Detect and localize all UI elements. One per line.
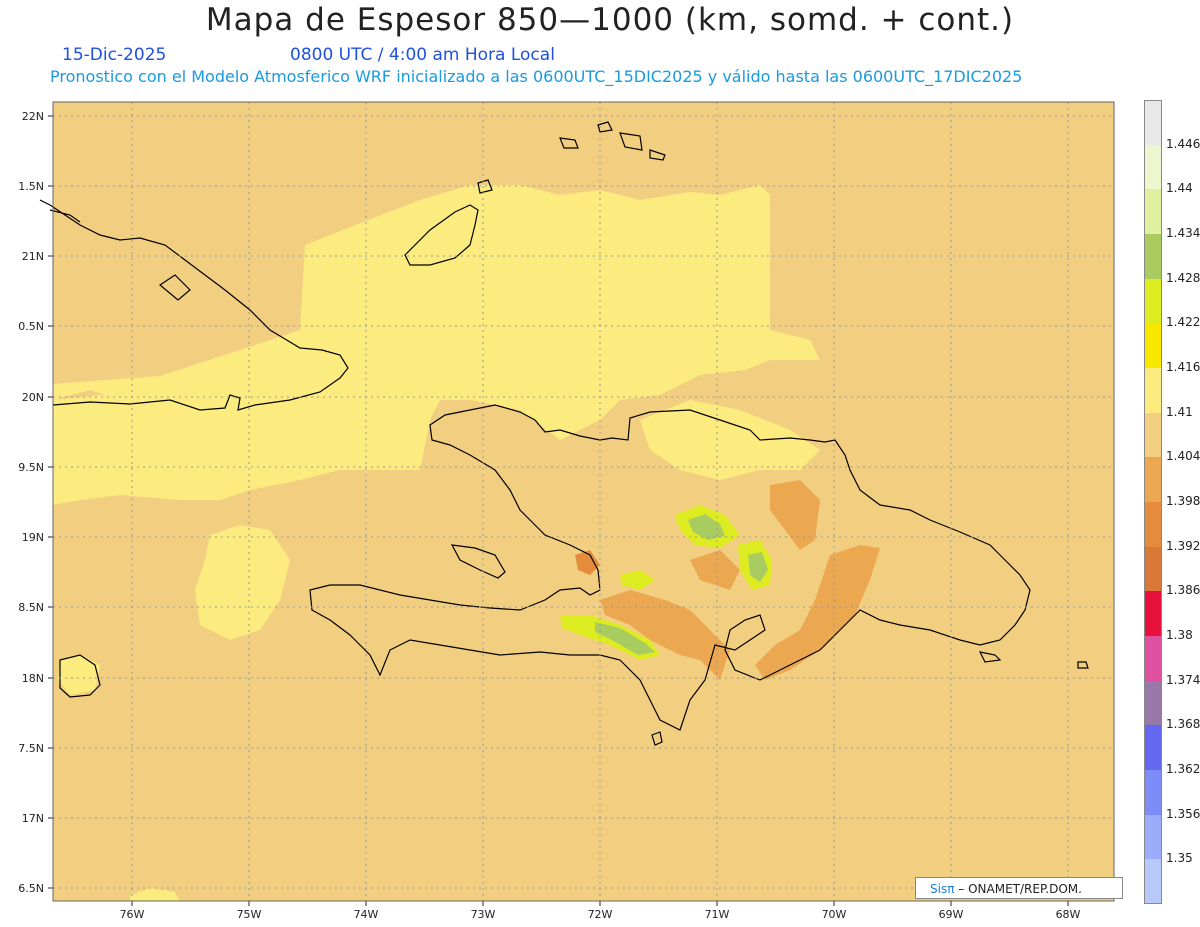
lat-label: 9.5N — [18, 461, 44, 474]
lat-label: 20N — [21, 391, 44, 404]
colorbar-label: 1.41 — [1166, 404, 1193, 419]
colorbar-frame — [1144, 100, 1162, 904]
lon-label: 74W — [353, 908, 379, 921]
colorbar-label: 1.368 — [1166, 717, 1200, 732]
lon-label: 72W — [587, 908, 613, 921]
lat-label: 18N — [21, 672, 44, 685]
credit-brand: Sisπ — [930, 882, 955, 896]
colorbar-label: 1.386 — [1166, 583, 1200, 598]
lon-label: 75W — [236, 908, 262, 921]
colorbar-label: 1.422 — [1166, 315, 1200, 330]
colorbar-label: 1.356 — [1166, 806, 1200, 821]
colorbar-label: 1.38 — [1166, 628, 1193, 642]
colorbar-label: 1.362 — [1166, 762, 1200, 776]
lat-label: 7.5N — [18, 742, 44, 755]
lat-label: 19N — [21, 531, 44, 544]
lon-label: 71W — [704, 908, 730, 921]
lon-label: 68W — [1055, 908, 1081, 921]
colorbar-label: 1.434 — [1166, 226, 1200, 240]
colorbar-label: 1.398 — [1166, 494, 1200, 508]
colorbar-label: 1.392 — [1166, 538, 1200, 553]
colorbar-label: 1.404 — [1166, 449, 1200, 464]
lon-label: 69W — [938, 908, 964, 921]
colorbar-label: 1.44 — [1166, 181, 1193, 196]
lat-label: 0.5N — [18, 320, 44, 333]
lat-label: 1.5N — [18, 180, 44, 193]
lat-label: 17N — [21, 812, 44, 825]
thickness-map — [39, 101, 1115, 906]
lon-label: 76W — [119, 908, 145, 921]
credit-text: – ONAMET/REP.DOM. — [958, 882, 1082, 896]
lat-label: 22N — [21, 110, 44, 123]
lon-label: 70W — [821, 908, 847, 921]
credit-box: Sisπ – ONAMET/REP.DOM. — [915, 877, 1123, 899]
colorbar-label: 1.428 — [1166, 270, 1200, 285]
colorbar-label: 1.374 — [1166, 672, 1200, 687]
lat-label: 6.5N — [18, 882, 44, 895]
colorbar-label: 1.446 — [1166, 136, 1200, 151]
colorbar-label: 1.35 — [1166, 851, 1193, 866]
lat-label: 21N — [21, 250, 44, 263]
lon-label: 73W — [470, 908, 496, 921]
lat-label: 8.5N — [18, 601, 44, 614]
colorbar-label: 1.416 — [1166, 360, 1200, 374]
